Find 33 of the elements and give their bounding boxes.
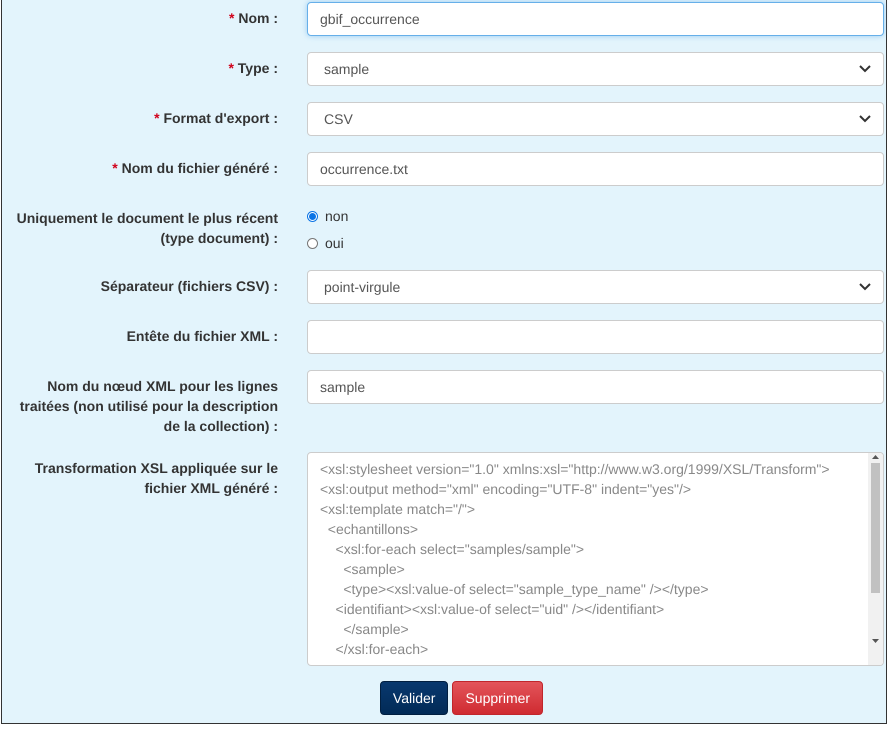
field-label: Nom du nœud XML pour les lignes traitées (non utilisé pour la description de la collection) : — [20, 378, 278, 434]
text-area[interactable]: <xsl:stylesheet version="1.0" xmlns:xsl="http://www.w3.org/1999/XSL/Transform"> <xsl:output method="xml" encoding="UTF-8" indent="yes"/> <xsl:template match="/"> <echantillons> <xsl:for-each select="samples/sample"> <sample> <type><xsl:value-of select="sample_type_name" /></type> <identifiant><xsl:value-of select="uid" /></identifiant> </sample> </xsl:for-each> — [307, 452, 884, 666]
field-label: Type : — [238, 60, 278, 76]
field-label: Uniquement le document le plus récent (type document) : — [16, 210, 278, 246]
radio-button[interactable] — [307, 238, 318, 249]
field-label: Transformation XSL appliquée sur le fichier XML généré : — [34, 460, 278, 496]
text-input[interactable]: sample — [307, 370, 884, 404]
caret-icon — [859, 283, 871, 291]
field-label: Entête du fichier XML : — [126, 328, 278, 344]
text-input[interactable]: occurrence.txt — [307, 152, 884, 186]
required-marker: * — [228, 60, 234, 76]
select-dropdown[interactable]: point-virgule — [307, 270, 884, 304]
caret-icon — [859, 115, 871, 123]
up-arrow-icon[interactable] — [871, 453, 880, 461]
down-arrow-icon[interactable] — [871, 637, 880, 645]
select-dropdown[interactable]: CSV — [307, 102, 884, 136]
delete-button[interactable]: Supprimer — [452, 681, 544, 715]
select-dropdown[interactable]: sample — [307, 52, 884, 86]
field-label: Nom : — [238, 10, 278, 26]
required-marker: * — [228, 10, 234, 26]
scrollbar[interactable] — [868, 453, 883, 665]
caret-icon — [859, 65, 871, 73]
field-label: Séparateur (fichiers CSV) : — [100, 278, 278, 294]
radio-button[interactable] — [307, 211, 318, 222]
field-label: Nom du fichier généré : — [122, 160, 278, 176]
radio-label: oui — [325, 234, 344, 253]
field-label: Format d'export : — [163, 110, 278, 126]
required-marker: * — [112, 160, 118, 176]
text-input[interactable] — [307, 320, 884, 354]
submit-button[interactable]: Valider — [380, 681, 448, 715]
radio-label: non — [325, 207, 348, 226]
required-marker: * — [154, 110, 160, 126]
text-input[interactable]: gbif_occurrence — [307, 2, 884, 36]
